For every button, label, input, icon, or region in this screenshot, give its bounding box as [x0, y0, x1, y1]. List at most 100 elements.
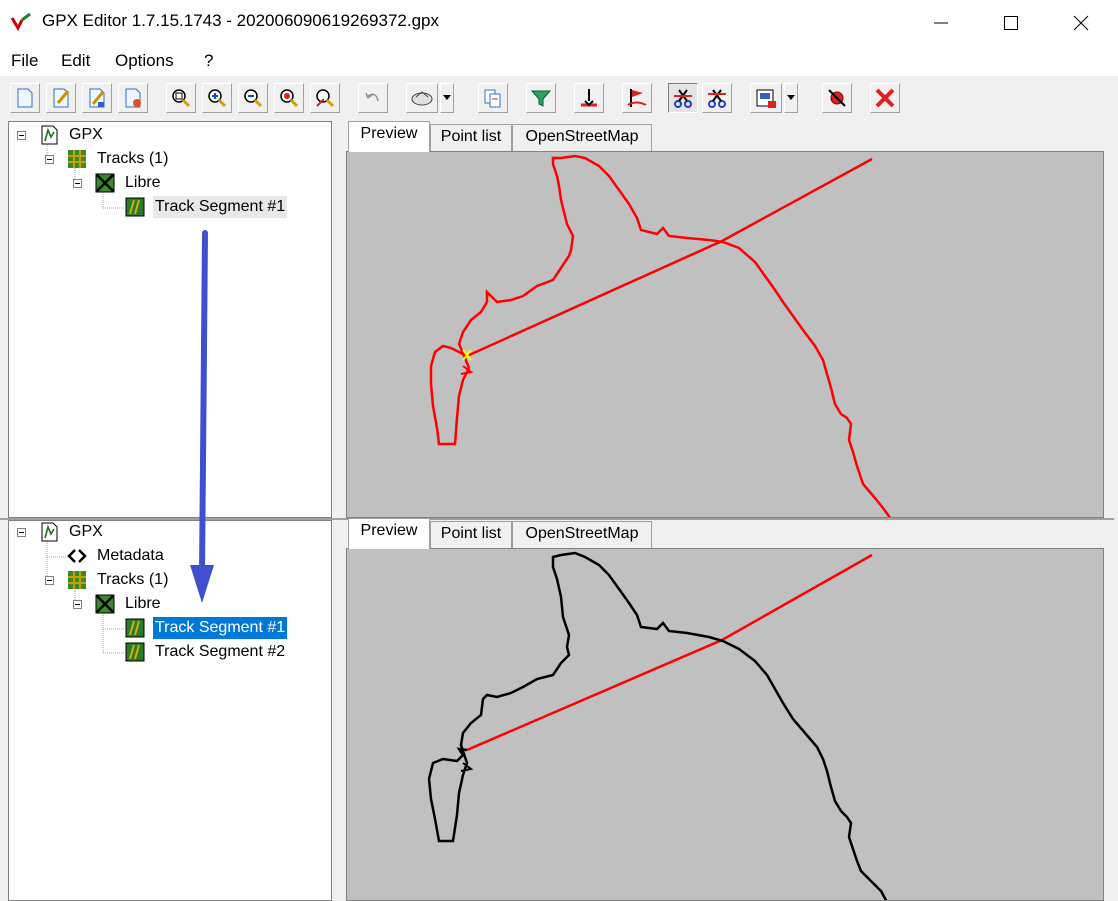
menu-bar: File Edit Options ?	[0, 46, 1118, 76]
shape-dropdown[interactable]	[440, 83, 454, 113]
tree-node-segment-1[interactable]: Track Segment #1	[9, 196, 329, 218]
tree-node-gpx[interactable]: GPX	[9, 124, 329, 146]
cut-segment-button[interactable]	[702, 83, 732, 113]
tree-label: Libre	[125, 595, 161, 612]
track-line-straight	[466, 157, 873, 358]
gpx-file-icon	[41, 125, 58, 145]
collapse-toggle[interactable]	[45, 155, 54, 164]
zoom-tool-button[interactable]	[310, 83, 340, 113]
flag-icon	[627, 89, 647, 107]
top-preview-map[interactable]	[346, 151, 1104, 518]
undo-button[interactable]	[358, 83, 388, 113]
tree-label: GPX	[69, 126, 103, 143]
vertical-splitter-top[interactable]	[332, 121, 340, 518]
cut-track-button[interactable]	[668, 83, 698, 113]
segment-2-line	[466, 553, 873, 752]
close-button[interactable]	[1046, 0, 1116, 46]
tree-node-segment-2[interactable]: Track Segment #2	[9, 641, 329, 663]
tree-label: GPX	[69, 523, 103, 540]
tree-node-tracks[interactable]: Tracks (1)	[9, 148, 329, 170]
flag-button[interactable]	[622, 83, 652, 113]
title-bar: GPX Editor 1.7.15.1743 - 202006090619269…	[0, 0, 1118, 46]
tree-label: Libre	[125, 174, 161, 191]
maximize-button[interactable]	[976, 0, 1046, 46]
track-segment-icon	[125, 618, 145, 638]
save-map-icon	[756, 89, 776, 108]
edit-file-icon	[53, 88, 70, 108]
chevron-down-icon	[787, 95, 795, 100]
tree-node-tracks[interactable]: Tracks (1)	[9, 569, 329, 591]
bottom-preview-map[interactable]	[346, 548, 1104, 901]
zoom-select-button[interactable]	[274, 83, 304, 113]
save-map-button[interactable]	[750, 83, 782, 113]
save-file-button[interactable]	[118, 83, 148, 113]
gpx-editor-window: GPX Editor 1.7.15.1743 - 202006090619269…	[0, 0, 1118, 901]
collapse-toggle[interactable]	[17, 528, 26, 537]
close-icon	[1073, 15, 1089, 31]
top-tree-panel: GPX Tracks (1) Libre Track Segment #1	[8, 121, 332, 518]
annotation-arrow-head	[190, 565, 214, 603]
right-edge	[1114, 121, 1118, 901]
menu-edit[interactable]: Edit	[61, 51, 90, 71]
zoom-out-button[interactable]	[238, 83, 268, 113]
track-line-loop	[429, 154, 892, 517]
tracks-grid-icon	[68, 571, 86, 589]
menu-help[interactable]: ?	[204, 51, 213, 71]
edit-file-alt-button[interactable]	[82, 83, 112, 113]
tab-openstreetmap[interactable]: OpenStreetMap	[512, 521, 652, 548]
segment-1-line	[427, 551, 888, 900]
tree-node-track-libre[interactable]: Libre	[9, 172, 329, 194]
delete-icon	[875, 88, 895, 108]
menu-file[interactable]: File	[11, 51, 38, 71]
window-title: GPX Editor 1.7.15.1743 - 202006090619269…	[42, 11, 439, 30]
zoom-tool-icon	[316, 89, 335, 108]
delete-button[interactable]	[870, 83, 900, 113]
cut-segment-icon	[708, 89, 726, 108]
edit-file-button[interactable]	[46, 83, 76, 113]
new-file-button[interactable]	[10, 83, 40, 113]
no-button[interactable]	[822, 83, 852, 113]
chevron-down-icon	[443, 95, 451, 100]
collapse-toggle[interactable]	[73, 179, 82, 188]
menu-options[interactable]: Options	[115, 51, 174, 71]
zoom-fit-button[interactable]	[166, 83, 196, 113]
tree-label: Track Segment #2	[155, 643, 286, 660]
metadata-code-icon	[67, 549, 87, 563]
tree-node-gpx[interactable]: GPX	[9, 521, 329, 543]
copy-button[interactable]	[478, 83, 508, 113]
tree-label-selected: Track Segment #1	[151, 616, 289, 640]
annotation-arrow-shaft	[199, 230, 208, 578]
tree-label: Tracks (1)	[97, 571, 169, 588]
zoom-select-icon	[280, 89, 299, 108]
zoom-in-icon	[208, 89, 227, 108]
filter-button[interactable]	[526, 83, 556, 113]
track-icon	[95, 594, 115, 614]
collapse-toggle[interactable]	[73, 600, 82, 609]
tab-preview[interactable]: Preview	[348, 121, 430, 152]
tree-node-metadata[interactable]: Metadata	[9, 545, 329, 567]
undo-icon	[365, 92, 379, 102]
save-file-icon	[125, 88, 141, 108]
zoom-fit-icon	[172, 89, 191, 108]
vertical-splitter-bottom[interactable]	[332, 520, 340, 901]
toolbar	[0, 78, 1118, 120]
filter-icon	[530, 90, 552, 107]
tree-node-segment-1[interactable]: Track Segment #1	[9, 616, 329, 640]
shape-button[interactable]	[406, 83, 438, 113]
new-file-icon	[17, 88, 33, 108]
tab-point-list[interactable]: Point list	[430, 521, 512, 548]
minimize-button[interactable]	[906, 0, 976, 46]
split-point-button[interactable]	[574, 83, 604, 113]
collapse-toggle[interactable]	[45, 576, 54, 585]
collapse-toggle[interactable]	[17, 131, 26, 140]
tab-openstreetmap[interactable]: OpenStreetMap	[512, 124, 652, 151]
bottom-tab-strip: Preview Point list OpenStreetMap	[344, 518, 1104, 549]
track-segment-icon	[125, 642, 145, 662]
tab-preview[interactable]: Preview	[348, 518, 430, 549]
tree-node-track-libre[interactable]: Libre	[9, 593, 329, 615]
track-icon	[95, 173, 115, 193]
tab-point-list[interactable]: Point list	[430, 124, 512, 151]
edit-file-alt-icon	[89, 88, 105, 108]
zoom-in-button[interactable]	[202, 83, 232, 113]
save-map-dropdown[interactable]	[784, 83, 798, 113]
